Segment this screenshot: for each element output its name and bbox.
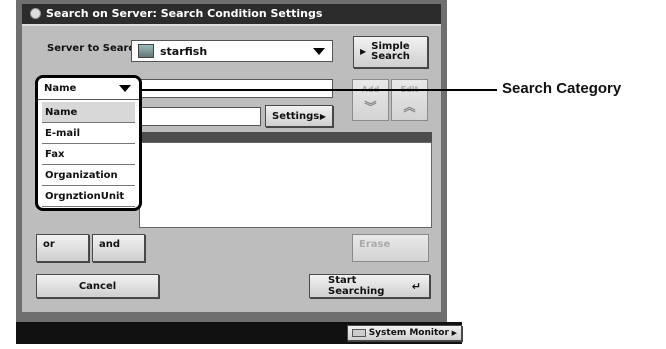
or-button[interactable]: or xyxy=(36,234,89,262)
erase-button[interactable]: Erase xyxy=(352,234,429,262)
search-category-select[interactable]: Name xyxy=(38,78,139,100)
search-category-options: Name E-mail Fax Organization OrgnztionUn… xyxy=(42,102,135,207)
category-option-organization[interactable]: Organization xyxy=(42,165,135,186)
dropdown-arrow-icon xyxy=(313,48,325,55)
settings-button[interactable]: Settings ▶ xyxy=(265,105,333,127)
dropdown-arrow-icon xyxy=(119,85,131,92)
callout-label: Search Category xyxy=(502,80,622,97)
arrow-right-icon: ▶ xyxy=(360,46,367,56)
search-category-value: Name xyxy=(44,83,77,94)
category-option-email[interactable]: E-mail xyxy=(42,123,135,144)
callout-line xyxy=(142,89,497,91)
server-select[interactable]: starfish xyxy=(131,40,333,62)
arrow-right-icon: ▶ xyxy=(319,111,326,121)
conditions-header-bar xyxy=(139,132,432,142)
window-title: Search on Server: Search Condition Setti… xyxy=(46,7,323,20)
window-title-bar: Search on Server: Search Condition Setti… xyxy=(22,4,441,24)
search-condition-field[interactable] xyxy=(131,107,261,126)
arrow-right-icon: ▶ xyxy=(451,329,457,337)
start-searching-label: Start Searching xyxy=(328,275,385,297)
enter-icon: ↵ xyxy=(411,279,421,293)
category-option-fax[interactable]: Fax xyxy=(42,144,135,165)
add-button[interactable]: Add ︾ xyxy=(352,79,389,121)
search-category-dropdown[interactable]: Name Name E-mail Fax Organization Orgnzt… xyxy=(35,75,142,211)
simple-search-label: Simple Search xyxy=(371,40,410,62)
server-value: starfish xyxy=(160,44,208,58)
window-icon xyxy=(30,8,41,19)
conditions-list[interactable] xyxy=(139,142,432,228)
simple-search-button[interactable]: ▶ Simple Search xyxy=(353,36,428,68)
chevron-up-icon: ︽ xyxy=(403,100,416,114)
and-button[interactable]: and xyxy=(92,234,145,262)
system-monitor-label: System Monitor xyxy=(368,328,449,338)
cancel-button[interactable]: Cancel xyxy=(36,274,159,298)
category-option-name[interactable]: Name xyxy=(42,102,135,123)
server-icon xyxy=(138,44,154,58)
system-monitor-button[interactable]: System Monitor ▶ xyxy=(347,325,462,341)
chevron-down-icon: ︾ xyxy=(364,100,377,114)
settings-label: Settings xyxy=(272,110,320,122)
monitor-icon xyxy=(352,329,366,337)
category-option-org-unit[interactable]: OrgnztionUnit xyxy=(42,186,135,207)
start-searching-button[interactable]: Start Searching ↵ xyxy=(309,274,430,298)
edit-button[interactable]: Edit ︽ xyxy=(391,79,428,121)
